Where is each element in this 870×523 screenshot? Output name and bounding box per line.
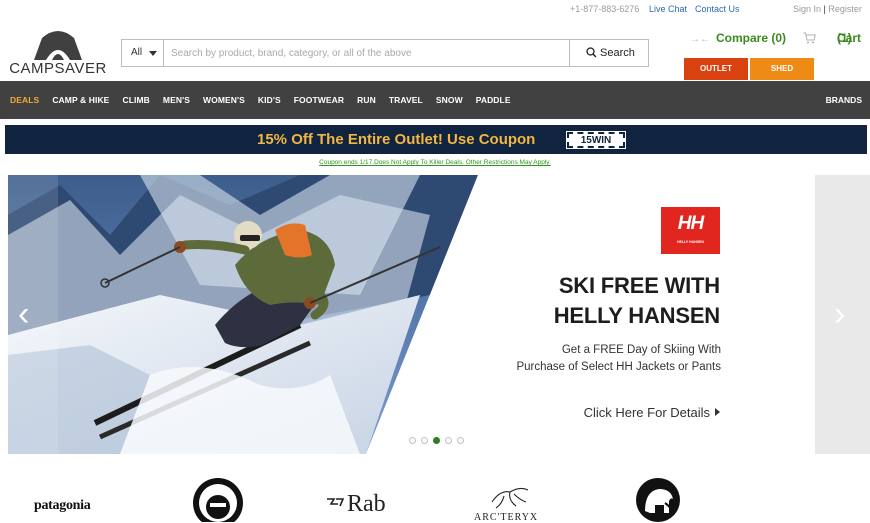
compare-link[interactable]: →← Compare (0) <box>690 31 786 45</box>
nav-item-climb[interactable]: CLIMB <box>122 95 149 105</box>
promo-text: 15% Off The Entire Outlet! Use Coupon <box>257 131 536 148</box>
outlet-button[interactable]: OUTLET <box>684 58 748 80</box>
campsaver-logo[interactable]: CAMPSAVER <box>8 28 108 78</box>
hero-cta-link[interactable]: Click Here For Details <box>584 405 720 420</box>
cart-count: (1) <box>837 31 852 45</box>
nav-item-paddle[interactable]: PADDLE <box>476 95 511 105</box>
logo-text: CAMPSAVER <box>9 60 107 77</box>
carousel-prev-icon[interactable]: ‹ <box>18 295 29 334</box>
hero-title-line2: HELLY HANSEN <box>553 303 721 328</box>
live-chat-link[interactable]: Live Chat <box>649 4 687 14</box>
search-button[interactable]: Search <box>569 40 648 66</box>
mammut-logo[interactable] <box>635 477 681 522</box>
nav-item-run[interactable]: RUN <box>357 95 376 105</box>
carousel-dot-active[interactable] <box>433 437 440 444</box>
caret-right-icon <box>715 408 720 416</box>
nav-item-travel[interactable]: TRAVEL <box>389 95 423 105</box>
search-button-label: Search <box>600 47 635 59</box>
compare-arrows-icon: →← <box>690 34 710 45</box>
patagonia-logo[interactable]: patagonia <box>34 498 91 514</box>
rab-logo[interactable]: Rab <box>347 491 386 518</box>
search-category-value: All <box>131 47 143 58</box>
hero-subtitle-line1: Get a FREE Day of Skiing With <box>561 344 721 356</box>
register-link[interactable]: Register <box>828 4 862 14</box>
nav-item-footwear[interactable]: FOOTWEAR <box>294 95 344 105</box>
hh-logo-subtext: HELLY HANSEN <box>677 240 704 244</box>
account-separator: | <box>823 4 826 14</box>
nav-item-deals[interactable]: DEALS <box>10 95 39 105</box>
rab-icon <box>327 498 345 507</box>
promo-banner[interactable]: 15% Off The Entire Outlet! Use Coupon 15… <box>5 125 867 154</box>
search-category-select[interactable]: All <box>122 40 164 66</box>
cart-icon <box>803 32 816 44</box>
hero-title: SKI FREE WITH HELLY HANSEN <box>553 271 721 331</box>
coupon-code: 15WIN <box>566 131 626 149</box>
contact-us-link[interactable]: Contact Us <box>695 4 740 14</box>
utility-bar: +1-877-883-6276 Live Chat Contact Us Sig… <box>0 0 870 18</box>
nav-item-kids[interactable]: KID'S <box>258 95 281 105</box>
hero-subtitle: Get a FREE Day of Skiing With Purchase o… <box>516 342 721 376</box>
nav-item-snow[interactable]: SNOW <box>436 95 463 105</box>
carousel-dot[interactable] <box>421 437 428 444</box>
arcteryx-logo[interactable]: ARC'TERYX <box>474 512 538 523</box>
arcteryx-bird-icon <box>491 487 529 509</box>
nav-item-camp-hike[interactable]: CAMP & HIKE <box>52 95 109 105</box>
skier-hero-image <box>8 175 480 454</box>
nav-item-brands[interactable]: BRANDS <box>826 95 862 105</box>
search-bar: All Search <box>121 39 649 67</box>
nav-list: DEALS CAMP & HIKE CLIMB MEN'S WOMEN'S KI… <box>10 95 524 105</box>
hero-cta-label: Click Here For Details <box>583 405 710 420</box>
search-input[interactable] <box>165 40 569 66</box>
carousel-dot[interactable] <box>457 437 464 444</box>
hh-logo-mark: HH <box>677 213 704 234</box>
carousel-dot[interactable] <box>445 437 452 444</box>
hero-subtitle-line2: Purchase of Select HH Jackets or Pants <box>516 361 721 373</box>
account-links: Sign In | Register <box>793 4 862 14</box>
compare-label: Compare (0) <box>716 31 787 45</box>
tent-icon <box>34 31 82 60</box>
carousel-next-icon[interactable]: › <box>834 295 845 334</box>
carousel-dot[interactable] <box>409 437 416 444</box>
nav-item-womens[interactable]: WOMEN'S <box>203 95 245 105</box>
nav-item-mens[interactable]: MEN'S <box>163 95 190 105</box>
chevron-down-icon <box>149 51 157 56</box>
promo-fine-print[interactable]: Coupon ends 1/17.Does Not Apply To Kille… <box>0 159 870 166</box>
phone-number: +1-877-883-6276 <box>570 4 640 14</box>
shed-button[interactable]: SHED <box>750 58 814 80</box>
big-agnes-logo[interactable] <box>192 477 244 522</box>
carousel-dots <box>409 437 469 444</box>
search-icon <box>586 47 597 58</box>
hero-carousel[interactable]: ‹ › HH HELLY HANSEN SKI FREE WITH HELLY … <box>0 175 870 454</box>
sign-in-link[interactable]: Sign In <box>793 4 821 14</box>
helly-hansen-logo: HH HELLY HANSEN <box>661 207 720 254</box>
hero-title-line1: SKI FREE WITH <box>558 273 720 298</box>
main-nav: DEALS CAMP & HIKE CLIMB MEN'S WOMEN'S KI… <box>0 81 870 119</box>
